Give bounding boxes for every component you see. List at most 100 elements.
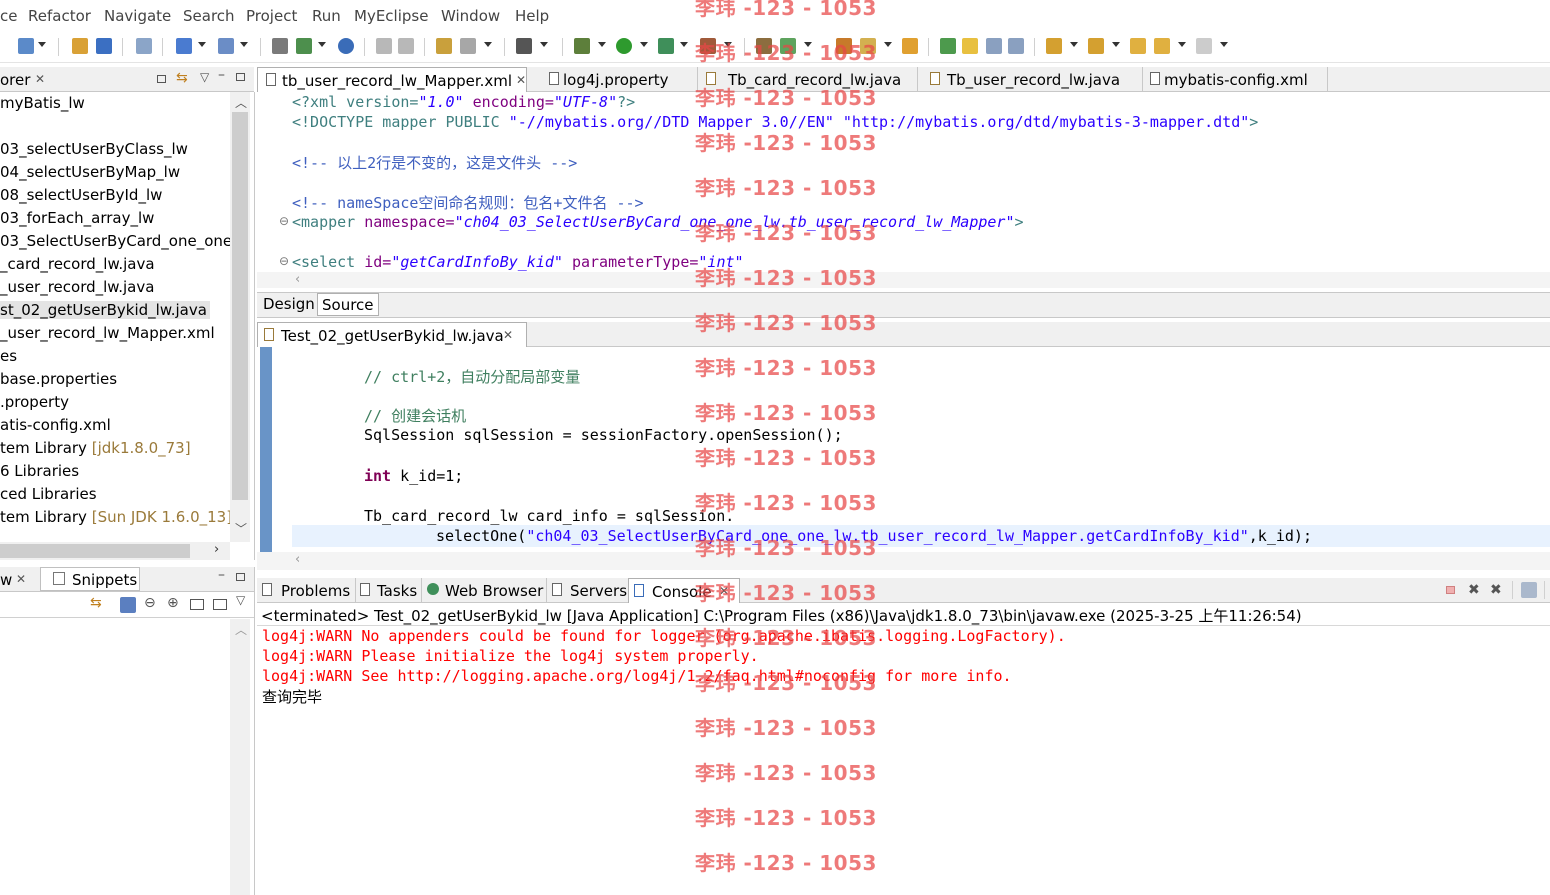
block-select-icon[interactable] [986, 38, 1002, 54]
tree-item[interactable]: _user_record_lw.java [0, 278, 154, 296]
pen-dropdown-icon[interactable] [884, 42, 892, 47]
tab-log4j[interactable]: log4j.property [547, 67, 698, 91]
search-tool-dropdown-icon[interactable] [240, 42, 248, 47]
close-icon[interactable]: ✕ [35, 72, 45, 86]
external-tools-dropdown-icon[interactable] [680, 42, 688, 47]
globe-icon[interactable] [338, 38, 354, 54]
tree-item[interactable]: tem Library [Sun JDK 1.6.0_13] [0, 508, 232, 526]
zoom-100-icon[interactable] [190, 599, 204, 610]
tab-snippets[interactable]: Snippets [40, 567, 140, 591]
menu-source[interactable]: ce [0, 7, 17, 25]
fold-icon[interactable]: ⊖ [279, 214, 289, 228]
vertical-scrollbar[interactable]: ︿ ﹀ [230, 92, 250, 542]
tab-mapper-xml[interactable]: tb_user_record_lw_Mapper.xml ✕ [257, 67, 527, 92]
tree-item[interactable]: myBatis_lw [0, 94, 85, 112]
tree-item[interactable]: 03_forEach_array_lw [0, 209, 154, 227]
java-hscrollbar[interactable]: ‹ [257, 552, 1550, 570]
next-annotation-icon[interactable] [1046, 38, 1062, 54]
cut-icon[interactable] [376, 38, 392, 54]
menu-myeclipse[interactable]: MyEclipse [354, 7, 428, 25]
console-output[interactable]: log4j:WARN No appenders could be found f… [257, 626, 1550, 895]
java-editor[interactable]: // ctrl+2，自动分配局部变量 // 创建会话机 SqlSession s… [257, 347, 1550, 572]
tree-item[interactable]: .property [0, 393, 69, 411]
tree-item[interactable]: 03_selectUserByClass_lw [0, 140, 188, 158]
tab-user-record[interactable]: Tb_user_record_lw.java [922, 67, 1143, 91]
prev-annotation-icon[interactable] [1088, 38, 1104, 54]
forward-icon[interactable] [1196, 38, 1212, 54]
new-icon[interactable] [18, 38, 34, 54]
menu-window[interactable]: Window [441, 7, 500, 25]
annotation-icon[interactable] [940, 38, 956, 54]
camera-icon[interactable] [516, 38, 532, 54]
maximize-icon[interactable] [236, 573, 245, 581]
scroll-right-icon[interactable]: › [214, 542, 219, 557]
menu-search[interactable]: Search [183, 7, 235, 25]
scroll-thumb[interactable] [232, 112, 248, 500]
tree-item[interactable]: 6 Libraries [0, 462, 79, 480]
tree-item[interactable]: _user_record_lw_Mapper.xml [0, 324, 215, 342]
back-dropdown-icon[interactable] [1178, 42, 1186, 47]
scroll-left-icon[interactable]: ‹ [295, 552, 300, 567]
run-dropdown-icon[interactable] [640, 42, 648, 47]
tree-item[interactable]: st_02_getUserBykid_lw.java [0, 301, 210, 319]
scroll-up-icon[interactable]: ︿ [235, 621, 247, 638]
tree-item[interactable]: 03_SelectUserByCard_one_one [0, 232, 232, 250]
menu-help[interactable]: Help [515, 7, 549, 25]
zoom-out-icon[interactable]: ⊖ [144, 595, 156, 611]
hierarchy-icon[interactable] [272, 38, 288, 54]
tab-test-java[interactable]: Test_02_getUserBykid_lw.java ✕ [257, 322, 527, 347]
snippets-scrollbar[interactable]: ︿ [230, 619, 250, 895]
tree-item[interactable]: _card_record_lw.java [0, 255, 155, 273]
scroll-left-icon[interactable]: ‹ [295, 272, 300, 287]
minimize-icon[interactable]: – [218, 567, 225, 583]
search-tool-icon[interactable] [218, 38, 234, 54]
close-icon[interactable]: ✕ [16, 572, 26, 586]
link-editor-icon[interactable]: ⇆ [176, 70, 188, 86]
tab-mybatis-config[interactable]: mybatis-config.xml [1142, 67, 1328, 91]
view-menu-icon[interactable]: ▽ [200, 70, 209, 84]
run-icon[interactable] [616, 38, 632, 54]
tree-item[interactable]: 04_selectUserByMap_lw [0, 163, 180, 181]
fold-icon[interactable]: ⊖ [279, 254, 289, 268]
horizontal-scrollbar[interactable]: › [0, 542, 230, 560]
hscroll-thumb[interactable] [0, 544, 190, 558]
terminate-icon[interactable] [1446, 586, 1455, 594]
tree-item[interactable]: ced Libraries [0, 485, 97, 503]
deploy-icon[interactable] [96, 38, 112, 54]
scroll-up-icon[interactable]: ︿ [235, 94, 247, 111]
palette-icon[interactable] [120, 597, 136, 613]
tab-source[interactable]: Source [317, 293, 379, 316]
tree-item[interactable]: base.properties [0, 370, 117, 388]
tab-web-browser[interactable]: Web Browser [421, 578, 547, 602]
zoom-in-icon[interactable]: ⊕ [167, 595, 179, 611]
menu-navigate[interactable]: Navigate [104, 7, 171, 25]
highlight-icon[interactable] [962, 38, 978, 54]
tree-item[interactable]: es [0, 347, 17, 365]
link-icon[interactable]: ⇆ [90, 595, 102, 611]
tab-tasks[interactable]: Tasks [355, 578, 422, 602]
tree-item[interactable]: tem Library [jdk1.8.0_73] [0, 439, 191, 457]
tab-design[interactable]: Design [259, 293, 320, 316]
open-type-icon[interactable] [296, 38, 312, 54]
close-icon[interactable]: ✕ [516, 73, 526, 87]
tree-item[interactable]: atis-config.xml [0, 416, 111, 434]
debug-icon[interactable] [574, 38, 590, 54]
package-icon[interactable] [72, 38, 88, 54]
tab-problems[interactable]: Problems [257, 578, 356, 602]
minimize-icon[interactable]: – [218, 67, 225, 83]
form-icon[interactable] [436, 38, 452, 54]
explorer-tab[interactable]: orer [0, 71, 30, 89]
scroll-down-icon[interactable]: ﹀ [235, 520, 247, 537]
xml-hscrollbar[interactable]: ‹ [257, 272, 1550, 288]
remove-launch-icon[interactable]: ✖ [1468, 582, 1480, 598]
menu-run[interactable]: Run [312, 7, 341, 25]
prev-annotation-dropdown-icon[interactable] [1112, 42, 1120, 47]
collapse-all-icon[interactable] [157, 75, 166, 83]
wizard-dropdown-icon[interactable] [198, 42, 206, 47]
back-icon[interactable] [1154, 38, 1170, 54]
forward-dropdown-icon[interactable] [1220, 42, 1228, 47]
camera-dropdown-icon[interactable] [540, 42, 548, 47]
server-icon[interactable] [136, 38, 152, 54]
remove-all-icon[interactable]: ✖ [1490, 582, 1502, 598]
zoom-fit-icon[interactable] [213, 599, 227, 610]
